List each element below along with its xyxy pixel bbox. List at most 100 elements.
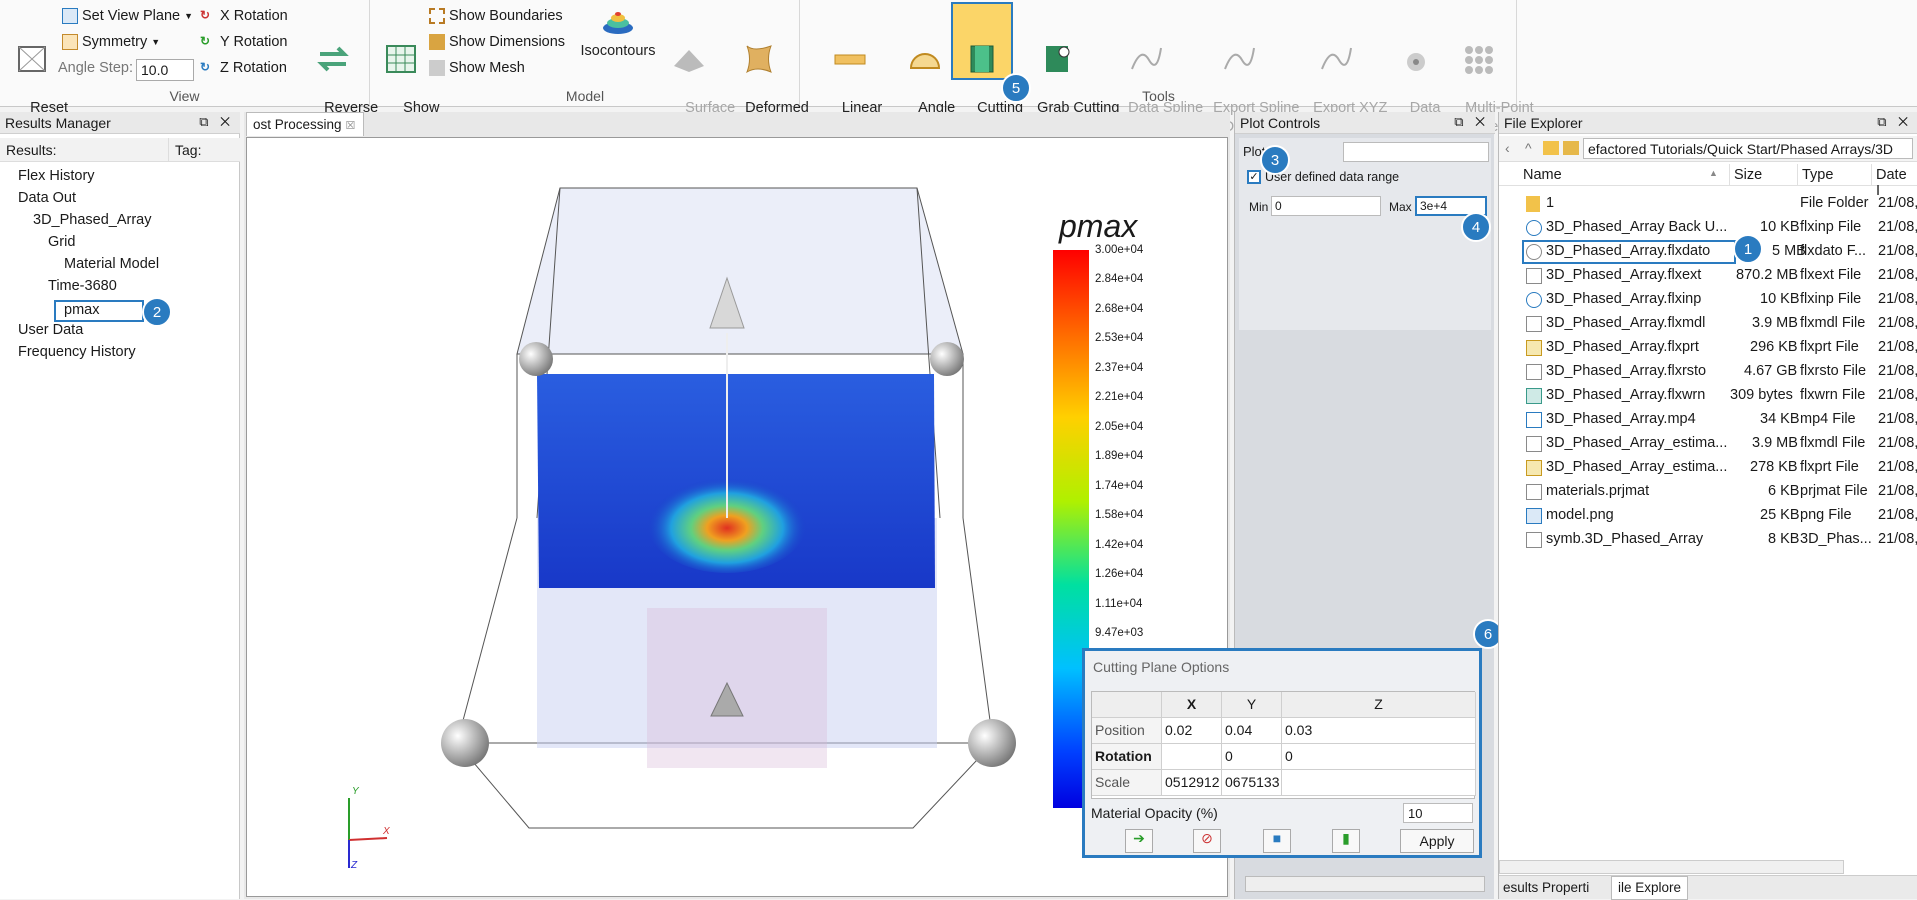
scale-y[interactable]: 0675133 [1222, 770, 1282, 796]
file-row[interactable]: 1 File Folder 21/08, [1522, 192, 1917, 216]
plot-controls-scrollbar[interactable] [1245, 876, 1485, 892]
axis-triad [348, 798, 388, 868]
file-row[interactable]: 3D_Phased_Array_estima... 3.9 MB flxmdl Fi… [1522, 432, 1917, 456]
col-name[interactable]: Name [1523, 167, 1562, 183]
results-manager-panel: Results Manager ⧉ ✕ Results: Tag: Flex Hi… [0, 112, 240, 899]
export-spline-icon [1224, 47, 1255, 70]
file-row[interactable]: model.png 25 KB png File 21/08, [1522, 504, 1917, 528]
folder-icon [1526, 196, 1540, 212]
flxinp-file-icon [1526, 292, 1542, 308]
badge-2: 2 [142, 297, 172, 327]
legend-tick: 1.42e+04 [1095, 539, 1144, 551]
tab-post-processing[interactable]: ost Processing ☒ [246, 112, 364, 136]
view-plane-icon [62, 8, 78, 24]
show-boundaries-button[interactable]: Show Boundaries [429, 8, 563, 24]
axis-label-y: Y [352, 786, 359, 797]
tools-group-label: Tools [1142, 88, 1175, 104]
position-z[interactable]: 0.03 [1282, 718, 1476, 744]
view-group: Reset View Set View Plane▼ Symmetry▼ Ang… [0, 0, 378, 135]
file-list-scrollbar[interactable] [1499, 860, 1844, 874]
show-mesh-button[interactable]: Show Mesh [429, 60, 525, 76]
file-row-selected[interactable]: 3D_Phased_Array.flxdato 5 MB flxdato F... 2… [1522, 240, 1917, 264]
file-row[interactable]: materials.prjmat 6 KB prjmat File 21/08, [1522, 480, 1917, 504]
col-date[interactable]: Date I [1871, 164, 1917, 199]
badge-5: 5 [1001, 73, 1031, 103]
back-icon[interactable]: ‹ [1505, 140, 1510, 156]
file-row[interactable]: symb.3D_Phased_Array 8 KB 3D_Phas... 21/08, [1522, 528, 1917, 552]
isocontours-icon [603, 12, 633, 34]
export-xyz-icon [1321, 47, 1352, 70]
tab-results-properties[interactable]: esults Properti [1503, 880, 1589, 895]
apply-button[interactable]: Apply [1400, 829, 1474, 853]
plot-select[interactable] [1343, 142, 1489, 162]
tree-item[interactable]: 3D_Phased_Array [33, 212, 152, 228]
folder-icon[interactable] [1543, 141, 1559, 155]
view-group-label: View [169, 88, 200, 104]
tree-item-pmax[interactable]: pmax [54, 300, 144, 322]
symmetry-icon [62, 34, 78, 50]
tree-item[interactable]: Material Model [64, 256, 159, 272]
z-rotation-button[interactable]: ↻ Z Rotation [200, 60, 287, 76]
angle-step-input[interactable]: 10.0 [136, 59, 194, 81]
angle-step-label: Angle Step: [58, 60, 133, 76]
chevron-down-icon: ▼ [151, 37, 161, 47]
col-type[interactable]: Type [1797, 164, 1837, 186]
file-row[interactable]: 3D_Phased_Array.flxprt 296 KB flxprt File 2… [1522, 336, 1917, 360]
file-row[interactable]: 3D_Phased_Array.flxext 870.2 MB flxext Fil… [1522, 264, 1917, 288]
tools-group: Linear Measure Angle Measure Cutting Pla… [801, 0, 1534, 135]
chevron-down-icon: ▼ [184, 11, 193, 21]
rotation-y[interactable]: 0 [1222, 744, 1282, 770]
file-row[interactable]: 3D_Phased_Array Back U... 10 KB flxinp Fil… [1522, 216, 1917, 240]
user-range-checkbox[interactable]: ✓ [1247, 170, 1261, 184]
cube-view-icon[interactable]: ■ [1263, 829, 1291, 853]
tree-item[interactable]: Data Out [18, 190, 76, 206]
path-input[interactable]: efactored Tutorials/Quick Start/Phased A… [1583, 138, 1913, 159]
scale-x[interactable]: 0512912 [1162, 770, 1222, 796]
opacity-input[interactable]: 10 [1403, 803, 1473, 823]
tree-item[interactable]: Frequency History [18, 344, 136, 360]
file-row[interactable]: 3D_Phased_Array.flxwrn 309 bytes flxwrn Fi… [1522, 384, 1917, 408]
isocontours-button[interactable]: Isocontours [577, 2, 659, 61]
set-view-plane-button[interactable]: Set View Plane ▼ [62, 8, 193, 24]
panel-controls[interactable]: ⧉ ✕ [1877, 114, 1912, 130]
deformed-grid-icon [746, 45, 772, 74]
position-x[interactable]: 0.02 [1162, 718, 1222, 744]
tree-item[interactable]: Time-3680 [48, 278, 117, 294]
y-rotation-button[interactable]: ↻ Y Rotation [200, 34, 287, 50]
symmetry-button[interactable]: Symmetry ▼ [62, 34, 160, 50]
panel-controls[interactable]: ⧉ ✕ [1454, 114, 1489, 130]
badge-3: 3 [1260, 145, 1290, 175]
z-rotation-icon: ↻ [200, 60, 211, 74]
position-y[interactable]: 0.04 [1222, 718, 1282, 744]
y-rotation-icon: ↻ [200, 34, 211, 48]
x-rotation-button[interactable]: ↻ X Rotation [200, 8, 288, 24]
tree-item[interactable]: Grid [48, 234, 75, 250]
file-row[interactable]: 3D_Phased_Array.mp4 34 KB mp4 File 21/08, [1522, 408, 1917, 432]
close-tab-icon[interactable]: ☒ [346, 120, 356, 132]
reset-plane-icon[interactable]: ⊘ [1193, 829, 1221, 853]
folder-open-icon[interactable] [1563, 141, 1579, 155]
scale-label: Scale [1092, 770, 1162, 796]
up-icon[interactable]: ^ [1525, 140, 1532, 156]
file-row[interactable]: 3D_Phased_Array.flxinp 10 KB flxinp File 21… [1522, 288, 1917, 312]
png-file-icon [1526, 508, 1542, 524]
surface-plot-icon [674, 50, 704, 72]
min-input[interactable]: 0 [1271, 196, 1381, 216]
tree-item[interactable]: Flex History [18, 168, 95, 184]
file-row[interactable]: 3D_Phased_Array.flxrsto 4.67 GB flxrsto Fi… [1522, 360, 1917, 384]
show-dimensions-button[interactable]: Show Dimensions [429, 34, 565, 50]
3d-viewport[interactable]: pmax 3.00e+04 2.84e+04 2.68e+04 2.53e+04… [246, 137, 1228, 897]
rotation-z[interactable]: 0 [1282, 744, 1476, 770]
grab-plane-icon [1046, 46, 1070, 72]
col-size[interactable]: Size [1729, 164, 1766, 186]
scale-z[interactable] [1282, 770, 1476, 796]
export-plane-icon[interactable]: ➔ [1125, 829, 1153, 853]
file-row[interactable]: 3D_Phased_Array.flxmdl 3.9 MB flxmdl File 2… [1522, 312, 1917, 336]
tab-file-explorer[interactable]: ile Explore [1611, 876, 1689, 900]
plane-section-icon[interactable]: ▮ [1332, 829, 1360, 853]
rotation-x[interactable] [1162, 744, 1222, 770]
panel-controls[interactable]: ⧉ ✕ [199, 114, 234, 130]
file-row[interactable]: 3D_Phased_Array_estima... 278 KB flxprt Fi… [1522, 456, 1917, 480]
tree-item[interactable]: User Data [18, 322, 83, 338]
cutting-plane-button[interactable]: Cutting Plane [951, 2, 1023, 135]
